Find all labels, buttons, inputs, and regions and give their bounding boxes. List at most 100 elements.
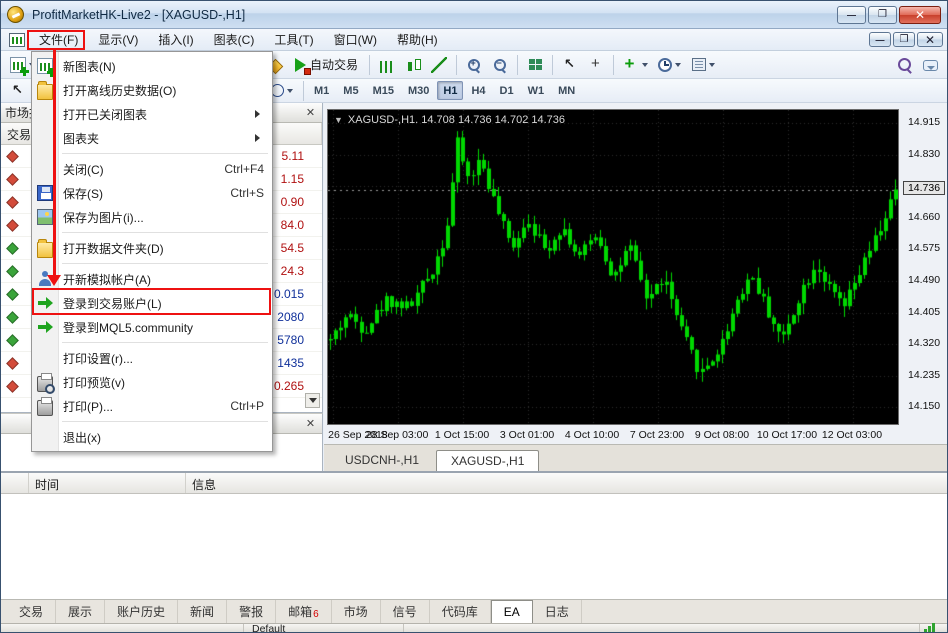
terminal-tab-日志[interactable]: 日志 (533, 600, 582, 623)
candlestick-icon (406, 58, 421, 72)
bar-chart-mode-button[interactable] (374, 53, 400, 77)
scroll-down-icon[interactable] (305, 393, 320, 408)
terminal-tab-label: 警报 (239, 603, 263, 620)
search-button[interactable] (891, 53, 917, 77)
menu-item[interactable]: 图表夹 (32, 126, 272, 150)
terminal-tab-展示[interactable]: 展示 (56, 600, 105, 623)
close-button[interactable] (899, 6, 941, 24)
profile-selector[interactable]: Default (244, 624, 404, 633)
price-label: 14.830 (908, 148, 940, 160)
price-axis[interactable]: 14.736 14.91514.83014.66014.57514.49014.… (901, 109, 947, 427)
terminal-tab-警报[interactable]: 警报 (227, 600, 276, 623)
restore-button[interactable] (868, 6, 897, 24)
menu-item[interactable]: 打印预览(v) (32, 370, 272, 394)
menu-item[interactable]: 打印设置(r)... (32, 346, 272, 370)
menu-item[interactable]: 登录到MQL5.community (32, 315, 272, 339)
zoom-in-button[interactable]: + (461, 53, 487, 77)
autotrade-icon (295, 58, 306, 72)
timeframe-H1[interactable]: H1 (437, 81, 463, 100)
timeframe-H4[interactable]: H4 (465, 81, 491, 100)
crosshair-tool-button[interactable] (583, 53, 609, 77)
terminal-tab-账户历史[interactable]: 账户历史 (105, 600, 178, 623)
timeframe-M1[interactable]: M1 (308, 81, 335, 100)
terminal-tab-label: 新闻 (190, 603, 214, 620)
terminal-tab-新闻[interactable]: 新闻 (178, 600, 227, 623)
menubar-item[interactable]: 图表(C) (204, 28, 265, 51)
templates-button[interactable] (686, 53, 720, 77)
buy-price: 0.90 (281, 195, 318, 209)
mdi-close-button[interactable] (917, 32, 943, 47)
menu-item[interactable]: 关闭(C)Ctrl+F4 (32, 157, 272, 181)
menu-item[interactable]: 开新模拟帐户(A) (32, 267, 272, 291)
menu-shortcut: Ctrl+S (230, 186, 264, 200)
menu-item[interactable]: 登录到交易账户(L) (32, 291, 272, 315)
terminal-tab-label: 交易 (19, 603, 43, 620)
timeframe-M15[interactable]: M15 (367, 81, 400, 100)
timeframe-W1[interactable]: W1 (522, 81, 551, 100)
one-click-trading-arrow-icon[interactable]: ▼ (334, 115, 343, 125)
terminal-tab-市场[interactable]: 市场 (332, 600, 381, 623)
terminal-tab-代码库[interactable]: 代码库 (430, 600, 491, 623)
periods-button[interactable] (652, 53, 686, 77)
menubar-item[interactable]: 插入(I) (148, 28, 203, 51)
menubar-item[interactable]: 工具(T) (264, 28, 323, 51)
chart-tab[interactable]: USDCNH-,H1 (330, 449, 434, 471)
chart-plot-area[interactable]: ▼ XAGUSD-,H1. 14.708 14.736 14.702 14.73… (327, 109, 899, 425)
buy-price: 0.015 (274, 287, 318, 301)
menu-item[interactable]: 退出(x) (32, 425, 272, 449)
menu-item-label: 打开数据文件夹(D) (63, 240, 164, 257)
terminal-tab-label: 邮箱 (288, 603, 312, 620)
mdi-restore-button[interactable] (893, 32, 915, 47)
market-watch-close-icon[interactable]: ✕ (303, 106, 318, 119)
menubar-item[interactable]: 显示(V) (88, 28, 148, 51)
price-label: 14.575 (908, 242, 940, 254)
terminal-tab-信号[interactable]: 信号 (381, 600, 430, 623)
terminal-tab-label: 账户历史 (117, 603, 165, 620)
timeframe-D1[interactable]: D1 (494, 81, 520, 100)
zoom-out-button[interactable]: − (487, 53, 513, 77)
menubar-item[interactable]: 帮助(H) (387, 28, 448, 51)
menubar-item[interactable]: 文件(F) (29, 28, 88, 51)
terminal-content[interactable] (1, 494, 948, 599)
chart-tab[interactable]: XAGUSD-,H1 (436, 450, 539, 472)
timeframe-M5[interactable]: M5 (337, 81, 364, 100)
menubar-item[interactable]: 窗口(W) (324, 28, 387, 51)
timeframe-M30[interactable]: M30 (402, 81, 435, 100)
menu-item[interactable]: 打印(P)...Ctrl+P (32, 394, 272, 418)
toolbar-separator (517, 55, 518, 75)
indicators-button[interactable] (618, 53, 652, 77)
cursor-icon (562, 57, 578, 73)
candle-chart-mode-button[interactable] (400, 53, 426, 77)
bar-chart-icon (380, 61, 394, 73)
symbol-diamond-icon (6, 242, 19, 255)
time-label: 4 Oct 10:00 (565, 429, 619, 441)
timeframe-MN[interactable]: MN (552, 81, 581, 100)
price-label: 14.660 (908, 211, 940, 223)
menu-item[interactable]: 打开离线历史数据(O) (32, 78, 272, 102)
cursor-tool-button[interactable] (557, 53, 583, 77)
chat-button[interactable] (917, 53, 943, 77)
mdi-minimize-button[interactable] (869, 32, 891, 47)
menu-item[interactable]: 打开已关闭图表 (32, 102, 272, 126)
chevron-down-icon (287, 89, 293, 93)
menu-separator (32, 339, 272, 346)
terminal-tab-交易[interactable]: 交易 (7, 600, 56, 623)
zoom-in-icon: + (467, 58, 481, 72)
autotrade-button[interactable]: 自动交易 (288, 53, 365, 77)
menu-item-label: 保存(S) (63, 185, 103, 202)
terminal-tab-EA[interactable]: EA (491, 600, 533, 623)
navigator-close-icon[interactable]: ✕ (303, 417, 318, 430)
menu-item[interactable]: 保存为图片(i)... (32, 205, 272, 229)
price-label: 14.915 (908, 116, 940, 128)
menu-item[interactable]: 打开数据文件夹(D) (32, 236, 272, 260)
time-axis[interactable]: 26 Sep 201828 Sep 03:001 Oct 15:003 Oct … (327, 427, 899, 444)
menu-item[interactable]: 新图表(N) (32, 54, 272, 78)
cursor-tool-button-2[interactable] (5, 79, 31, 103)
terminal-tab-邮箱[interactable]: 邮箱6 (276, 600, 332, 623)
candlestick-canvas[interactable] (328, 110, 898, 424)
menu-item[interactable]: 保存(S) Ctrl+S (32, 181, 272, 205)
minimize-button[interactable] (837, 6, 866, 24)
buy-price: 5780 (277, 333, 318, 347)
tile-windows-button[interactable] (522, 53, 548, 77)
line-chart-mode-button[interactable] (426, 53, 452, 77)
